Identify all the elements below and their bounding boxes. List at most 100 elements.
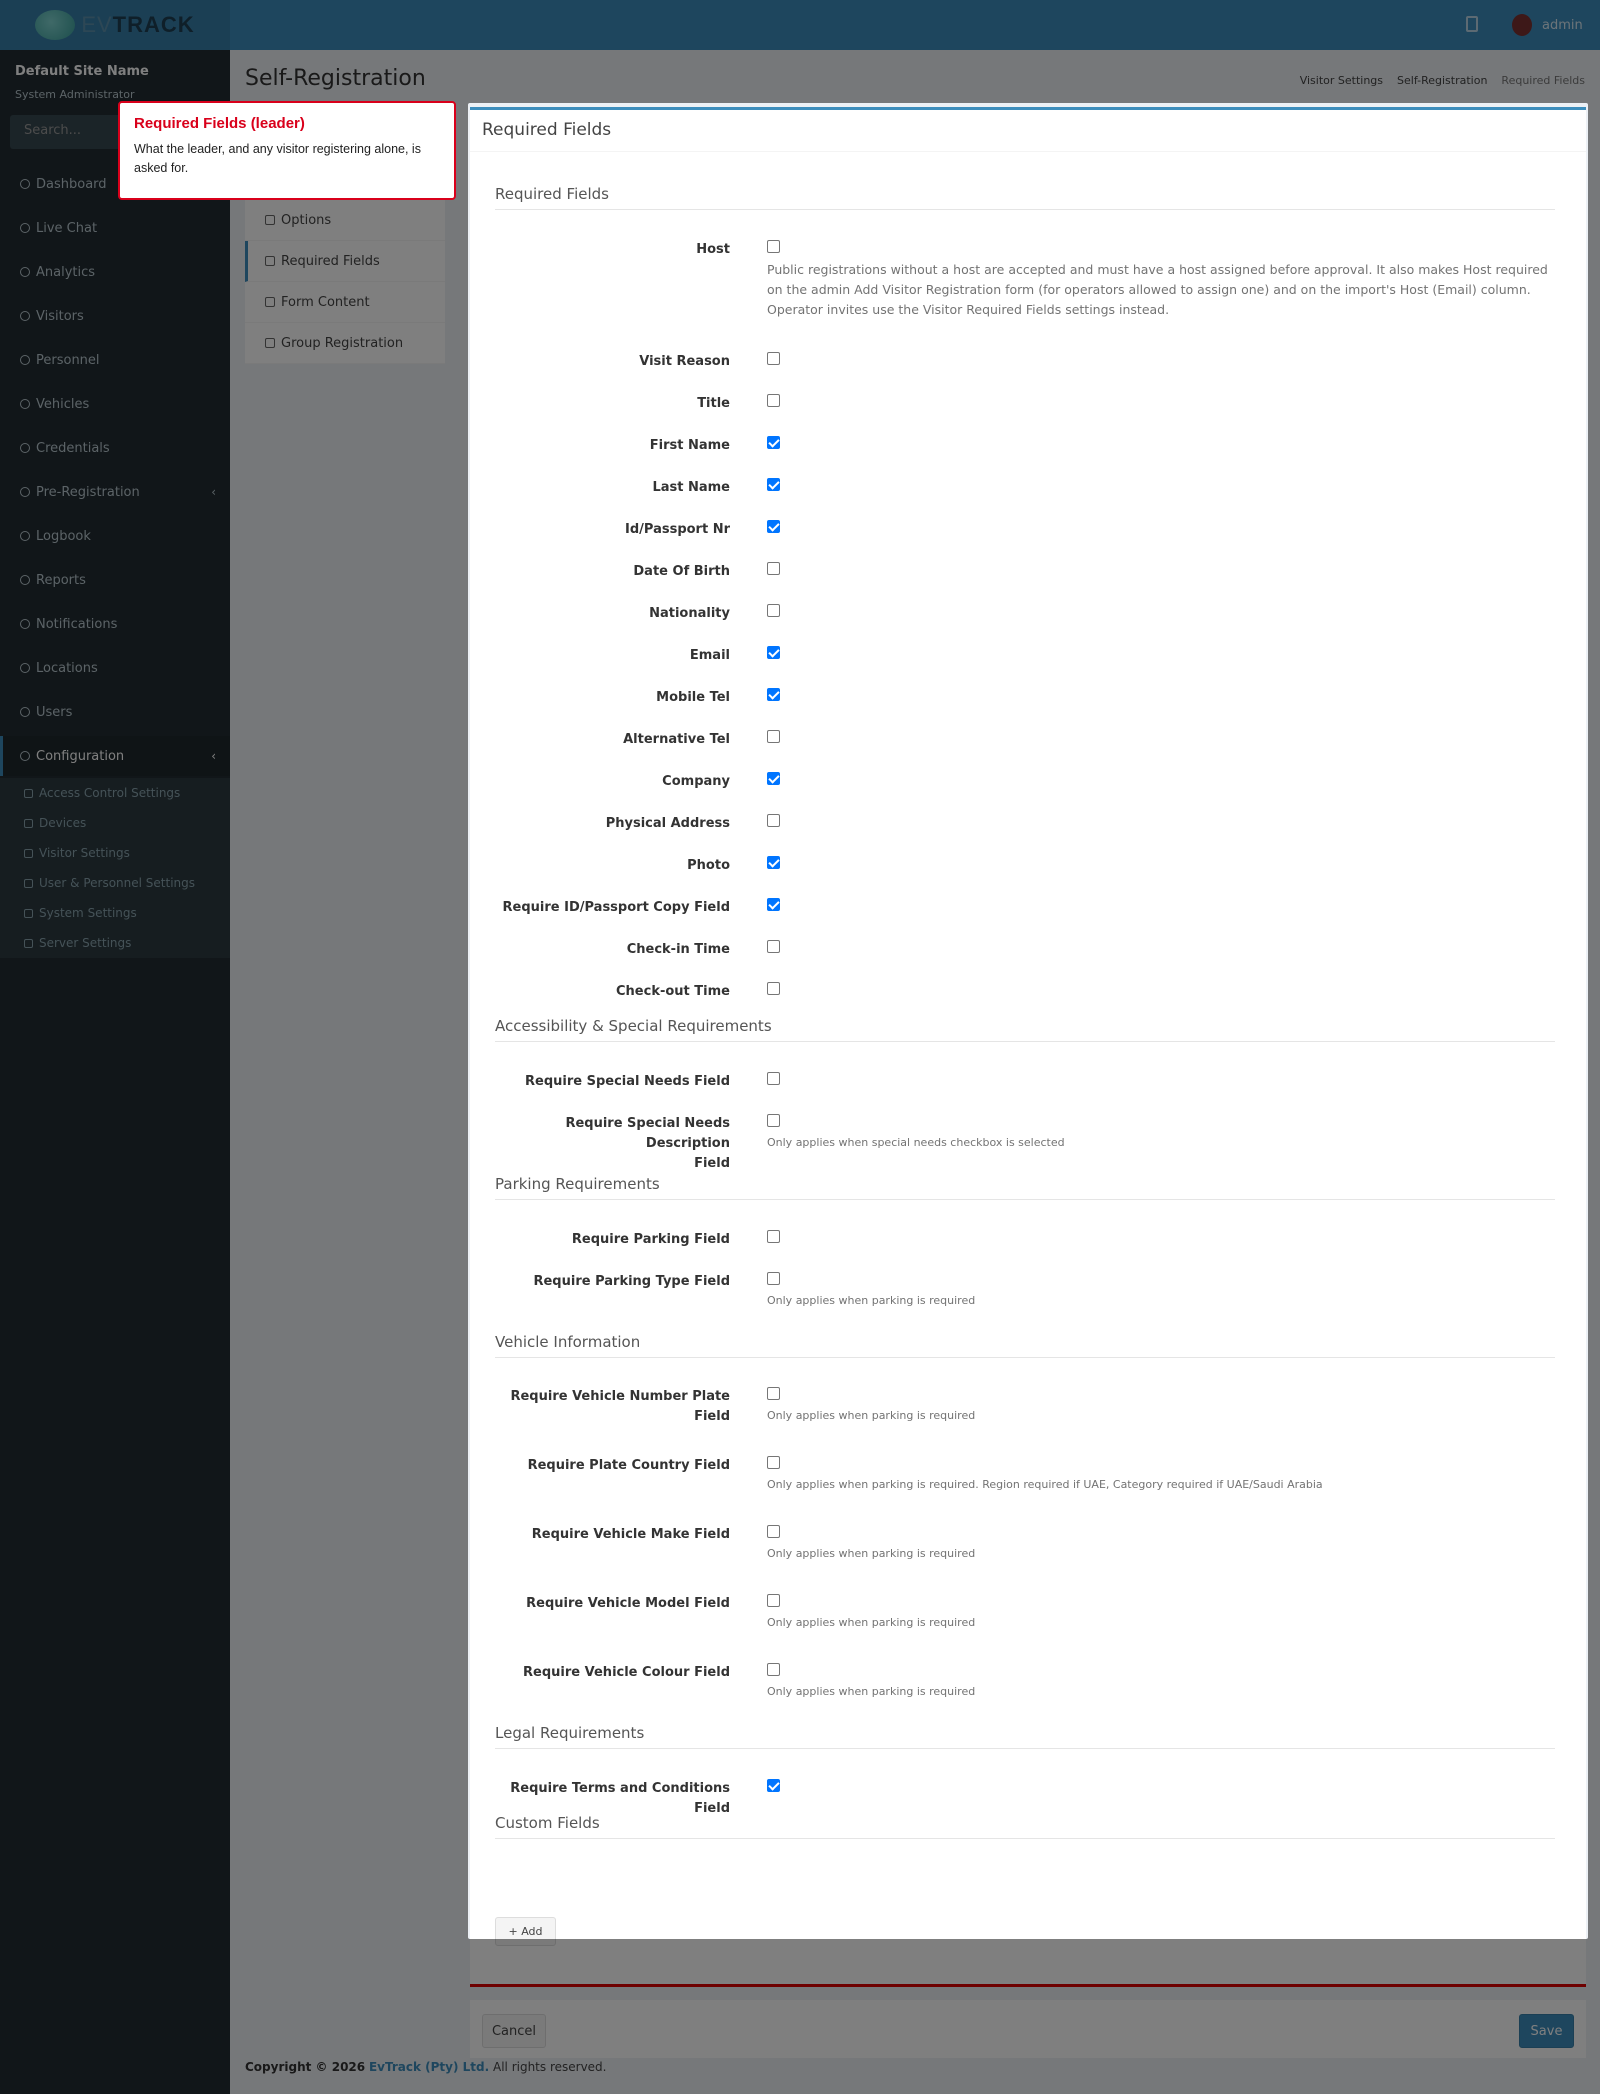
- id-copy-checkbox[interactable]: [767, 898, 780, 911]
- form-actions: Cancel Save: [470, 2000, 1586, 2058]
- chevron-left-icon: ‹: [211, 485, 216, 499]
- chat-icon: [20, 619, 30, 629]
- sidebar-sub-visitor-settings[interactable]: Visitor Settings: [0, 838, 230, 868]
- required-fields-box: Required Fields Required Fields Host Pub…: [470, 107, 1586, 1987]
- model-checkbox[interactable]: [767, 1594, 780, 1607]
- section-legal: Legal Requirements: [495, 1724, 1555, 1749]
- lock-icon: [24, 788, 33, 798]
- form-icon: [265, 297, 275, 307]
- special-needs-checkbox[interactable]: [767, 1072, 780, 1085]
- make-checkbox[interactable]: [767, 1525, 780, 1538]
- field-help: Public registrations without a host are …: [767, 262, 1548, 317]
- sidebar-item-analytics[interactable]: Analytics: [0, 252, 230, 292]
- breadcrumb-required-fields: Required Fields: [1501, 74, 1585, 87]
- last-name-checkbox[interactable]: [767, 478, 780, 491]
- subnav-options[interactable]: Options: [245, 200, 445, 241]
- users-icon: [24, 878, 33, 888]
- sidebar-item-configuration[interactable]: Configuration ‹: [0, 736, 230, 776]
- host-checkbox[interactable]: [767, 240, 780, 253]
- sidebar-item-users[interactable]: Users: [0, 692, 230, 732]
- address-checkbox[interactable]: [767, 814, 780, 827]
- parking-type-checkbox[interactable]: [767, 1272, 780, 1285]
- plate-country-checkbox[interactable]: [767, 1456, 780, 1469]
- mobile-checkbox[interactable]: [767, 688, 780, 701]
- sidebar-sub-server-settings[interactable]: Server Settings: [0, 928, 230, 958]
- brand-ev: EV: [81, 12, 113, 37]
- building-icon[interactable]: [1466, 16, 1478, 32]
- group-icon: [265, 338, 275, 348]
- cancel-button[interactable]: Cancel: [482, 2014, 546, 2048]
- checkin-checkbox[interactable]: [767, 940, 780, 953]
- box-title: Required Fields: [470, 110, 1586, 152]
- brand-track: TRACK: [112, 12, 195, 37]
- plate-checkbox[interactable]: [767, 1387, 780, 1400]
- photo-checkbox[interactable]: [767, 856, 780, 869]
- tooltip-body: What the leader, and any visitor registe…: [134, 142, 421, 175]
- subnav-form-content[interactable]: Form Content: [245, 282, 445, 323]
- sidebar-item-personnel[interactable]: Personnel: [0, 340, 230, 380]
- terms-checkbox[interactable]: [767, 1779, 780, 1792]
- section-custom: Custom Fields: [495, 1814, 1555, 1839]
- colour-checkbox[interactable]: [767, 1663, 780, 1676]
- company-checkbox[interactable]: [767, 772, 780, 785]
- id-passport-checkbox[interactable]: [767, 520, 780, 533]
- gear-icon: [20, 751, 30, 761]
- company-link[interactable]: EvTrack (Pty) Ltd.: [369, 2060, 489, 2074]
- sidebar-sub-access-control[interactable]: Access Control Settings: [0, 778, 230, 808]
- parking-checkbox[interactable]: [767, 1230, 780, 1243]
- subnav-group-registration[interactable]: Group Registration: [245, 323, 445, 364]
- report-icon: [20, 575, 30, 585]
- id-card-icon: [20, 443, 30, 453]
- app-logo[interactable]: EVTRACK: [0, 0, 230, 50]
- sidebar-item-logbook[interactable]: Logbook: [0, 516, 230, 556]
- user-menu[interactable]: admin: [1512, 14, 1583, 36]
- user-role: System Administrator: [15, 88, 135, 101]
- device-icon: [24, 818, 33, 828]
- section-parking: Parking Requirements: [495, 1175, 1555, 1200]
- headset-icon: [20, 223, 30, 233]
- dob-checkbox[interactable]: [767, 562, 780, 575]
- section-required-fields: Required Fields: [495, 185, 1555, 210]
- subnav-required-fields[interactable]: Required Fields: [245, 241, 445, 282]
- sidebar-item-live-chat[interactable]: Live Chat: [0, 208, 230, 248]
- visit-reason-checkbox[interactable]: [767, 352, 780, 365]
- first-name-checkbox[interactable]: [767, 436, 780, 449]
- sidebar-item-locations[interactable]: Locations: [0, 648, 230, 688]
- nationality-checkbox[interactable]: [767, 604, 780, 617]
- book-icon: [20, 531, 30, 541]
- special-needs-description-checkbox[interactable]: [767, 1114, 780, 1127]
- sidebar-item-visitors[interactable]: Visitors: [0, 296, 230, 336]
- sidebar-item-credentials[interactable]: Credentials: [0, 428, 230, 468]
- breadcrumb: Visitor Settings Self-Registration Requi…: [1300, 74, 1585, 87]
- sidebar-item-notifications[interactable]: Notifications: [0, 604, 230, 644]
- tooltip-title: Required Fields (leader): [134, 115, 305, 132]
- email-checkbox[interactable]: [767, 646, 780, 659]
- settings-subnav: Options Required Fields Form Content Gro…: [245, 200, 445, 364]
- sidebar-sub-user-personnel[interactable]: User & Personnel Settings: [0, 868, 230, 898]
- section-vehicle: Vehicle Information: [495, 1333, 1555, 1358]
- breadcrumb-self-registration[interactable]: Self-Registration: [1397, 74, 1487, 87]
- server-icon: [24, 938, 33, 948]
- users-icon: [20, 707, 30, 717]
- top-header: EVTRACK admin: [0, 0, 1600, 50]
- title-checkbox[interactable]: [767, 394, 780, 407]
- building-icon: [20, 663, 30, 673]
- alt-tel-checkbox[interactable]: [767, 730, 780, 743]
- save-button[interactable]: Save: [1519, 2014, 1574, 2048]
- sidebar-item-pre-registration[interactable]: Pre-Registration ‹: [0, 472, 230, 512]
- tour-tooltip: Required Fields (leader) What the leader…: [118, 101, 456, 200]
- checkout-checkbox[interactable]: [767, 982, 780, 995]
- site-name: Default Site Name: [15, 64, 149, 79]
- user-icon: [20, 355, 30, 365]
- page-title: Self-Registration: [245, 66, 426, 91]
- sidebar-sub-devices[interactable]: Devices: [0, 808, 230, 838]
- field-special-needs-description: Require Special Needs Description Field O…: [565, 1114, 1065, 1171]
- sidebar-sub-system-settings[interactable]: System Settings: [0, 898, 230, 928]
- eye-icon: [24, 848, 33, 858]
- sidebar-item-reports[interactable]: Reports: [0, 560, 230, 600]
- sidebar-item-vehicles[interactable]: Vehicles: [0, 384, 230, 424]
- add-custom-field-button[interactable]: + Add: [495, 1917, 556, 1946]
- breadcrumb-visitor-settings[interactable]: Visitor Settings: [1300, 74, 1383, 87]
- logo-mark-icon: [35, 10, 76, 40]
- field-host: Host Public registrations without a host…: [495, 240, 1555, 330]
